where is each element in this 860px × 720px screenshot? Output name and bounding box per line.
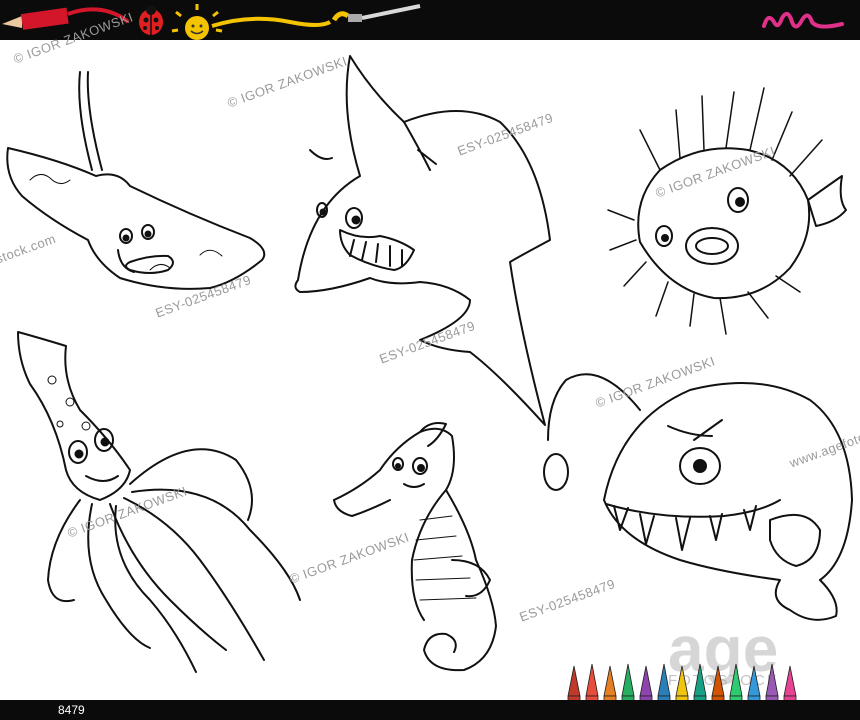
pufferfish [607, 87, 847, 335]
bottom-banner [0, 700, 860, 720]
coloring-page [6, 55, 853, 673]
stingray [6, 71, 266, 290]
paintbrush-icon [331, 4, 421, 22]
colored-pencils-icon [567, 663, 797, 702]
bottom-code-fragment: 8479 [58, 703, 85, 717]
ladybug-icon [139, 5, 163, 35]
sun-icon [171, 4, 223, 40]
pink-scribble-icon [762, 11, 844, 29]
shark [294, 55, 551, 426]
